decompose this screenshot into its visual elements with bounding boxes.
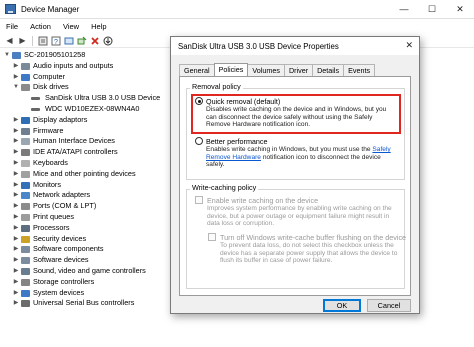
expand-arrow-icon[interactable]: ▶ [12, 234, 20, 245]
help-icon[interactable]: ? [50, 35, 61, 46]
toolbar-separator [32, 35, 33, 46]
dialog-title: SanDisk Ultra USB 3.0 USB Device Propert… [178, 42, 339, 51]
expand-arrow-icon[interactable]: ▶ [12, 61, 20, 72]
software-component-icon [21, 246, 30, 254]
collapse-arrow-icon[interactable]: ▼ [12, 82, 20, 93]
menu-file[interactable]: File [0, 19, 24, 34]
mouse-icon [21, 170, 30, 178]
policies-panel: Removal policy Quick removal (default) D… [179, 76, 411, 296]
menu-view[interactable]: View [57, 19, 85, 34]
scan-icon[interactable] [76, 35, 87, 46]
expand-arrow-icon[interactable]: ▶ [12, 223, 20, 234]
turn-off-flushing-label[interactable]: Turn off Windows write-cache buffer flus… [220, 233, 406, 242]
dialog-close-button[interactable]: ✕ [405, 40, 413, 51]
turn-off-flushing-description: To prevent data loss, do not select this… [220, 242, 398, 265]
update-driver-icon[interactable] [63, 35, 74, 46]
ok-button[interactable]: OK [323, 299, 361, 312]
tab-volumes[interactable]: Volumes [247, 64, 285, 76]
enable-write-caching-label[interactable]: Enable write caching on the device [207, 196, 318, 205]
collapse-arrow-icon[interactable]: ▼ [3, 50, 11, 61]
keyboard-icon [21, 159, 30, 167]
quick-removal-description: Disables write caching on the device and… [206, 106, 387, 129]
expand-arrow-icon[interactable]: ▶ [12, 266, 20, 277]
maximize-button[interactable]: ☐ [418, 0, 446, 19]
enable-write-caching-checkbox[interactable] [195, 196, 203, 204]
ide-controller-icon [21, 149, 30, 157]
uninstall-icon[interactable] [89, 35, 100, 46]
software-device-icon [21, 257, 30, 265]
monitor-icon [21, 181, 30, 189]
minimize-button[interactable]: — [390, 0, 418, 19]
tree-root-label: SC-201905101258 [24, 50, 86, 59]
expand-arrow-icon[interactable]: ▶ [12, 180, 20, 191]
usb-controller-icon [21, 300, 30, 308]
system-device-icon [21, 289, 30, 297]
turn-off-flushing-checkbox[interactable] [208, 233, 216, 241]
storage-controller-icon [21, 278, 30, 286]
cancel-button[interactable]: Cancel [367, 299, 411, 312]
expand-arrow-icon[interactable]: ▶ [12, 169, 20, 180]
better-performance-description: Enables write caching in Windows, but yo… [206, 146, 401, 169]
expand-arrow-icon[interactable]: ▶ [12, 126, 20, 137]
write-caching-label: Write-caching policy [190, 183, 259, 192]
better-desc-part-1: Enables write caching in Windows, but yo… [206, 146, 371, 153]
security-device-icon [21, 235, 30, 243]
close-button[interactable]: ✕ [446, 0, 474, 19]
quick-removal-label[interactable]: Quick removal (default) [206, 97, 280, 106]
properties-dialog: SanDisk Ultra USB 3.0 USB Device Propert… [170, 36, 420, 314]
expand-arrow-icon[interactable]: ▶ [12, 201, 20, 212]
disk-drive-icon [21, 84, 30, 92]
sound-icon [21, 267, 30, 275]
hid-icon [21, 138, 30, 146]
device-manager-icon [5, 4, 16, 14]
computer-icon [21, 73, 30, 81]
forward-icon[interactable]: ▶ [17, 35, 28, 46]
usb-drive-icon [31, 97, 40, 101]
window-title: Device Manager [21, 5, 80, 14]
tab-events[interactable]: Events [343, 64, 376, 76]
expand-arrow-icon[interactable]: ▶ [12, 298, 20, 309]
removal-policy-label: Removal policy [190, 82, 243, 91]
quick-removal-radio[interactable] [195, 97, 203, 105]
expand-arrow-icon[interactable]: ▶ [12, 255, 20, 266]
processor-icon [21, 224, 30, 232]
tab-driver[interactable]: Driver [283, 64, 314, 76]
menu-help[interactable]: Help [85, 19, 112, 34]
enable-write-caching-description: Improves system performance by enabling … [207, 205, 392, 228]
back-icon[interactable]: ◀ [4, 35, 15, 46]
dialog-title-bar: SanDisk Ultra USB 3.0 USB Device Propert… [171, 37, 419, 55]
better-performance-label[interactable]: Better performance [206, 137, 268, 146]
network-adapter-icon [21, 192, 30, 200]
properties-icon[interactable] [37, 35, 48, 46]
title-bar: Device Manager — ☐ ✕ [0, 0, 474, 19]
firmware-icon [21, 127, 30, 135]
tab-policies[interactable]: Policies [213, 63, 249, 76]
tab-strip: General Policies Volumes Driver Details … [179, 63, 376, 76]
audio-icon [21, 62, 30, 70]
expand-arrow-icon[interactable]: ▶ [12, 277, 20, 288]
expand-arrow-icon[interactable]: ▶ [12, 288, 20, 299]
expand-arrow-icon[interactable]: ▶ [12, 212, 20, 223]
better-performance-radio[interactable] [195, 137, 203, 145]
computer-icon [12, 52, 21, 59]
download-icon[interactable] [102, 35, 113, 46]
menu-bar: File Action View Help [0, 19, 474, 34]
expand-arrow-icon[interactable]: ▶ [12, 190, 20, 201]
expand-arrow-icon[interactable]: ▶ [12, 158, 20, 169]
expand-arrow-icon[interactable]: ▶ [12, 136, 20, 147]
printer-icon [21, 213, 30, 221]
tab-general[interactable]: General [179, 64, 215, 76]
expand-arrow-icon[interactable]: ▶ [12, 72, 20, 83]
expand-arrow-icon[interactable]: ▶ [12, 147, 20, 158]
expand-arrow-icon[interactable]: ▶ [12, 115, 20, 126]
port-icon [21, 203, 30, 211]
display-adapter-icon [21, 116, 30, 124]
menu-action[interactable]: Action [24, 19, 57, 34]
hard-disk-icon [31, 107, 40, 111]
expand-arrow-icon[interactable]: ▶ [12, 244, 20, 255]
svg-text:?: ? [54, 39, 58, 46]
tab-details[interactable]: Details [312, 64, 345, 76]
